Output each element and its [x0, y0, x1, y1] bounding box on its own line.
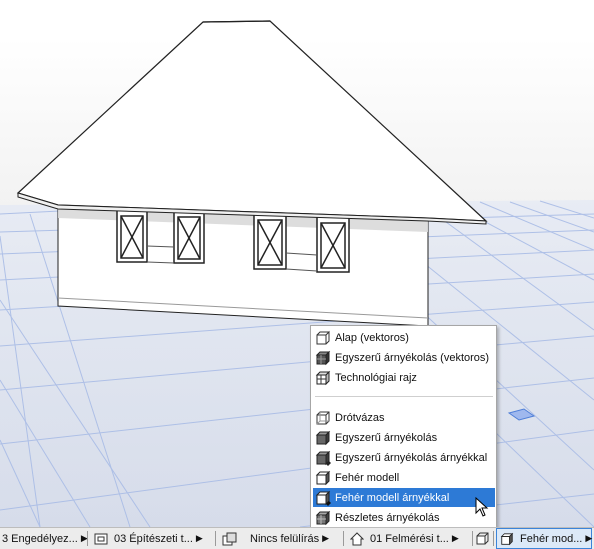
detailed-shading-icon — [315, 510, 331, 526]
white-model-shadows-icon — [500, 532, 514, 546]
status-layer-combination[interactable]: 3 Engedélyez... ▶ — [2, 528, 88, 549]
technical-drawing-icon — [315, 370, 331, 386]
menu-item-label: Fehér modell — [335, 471, 400, 484]
menu-item-label: Technológiai rajz — [335, 371, 417, 384]
menu-item-label: Egyszerű árnyékolás árnyékkal — [335, 451, 488, 464]
white-model-icon — [315, 470, 331, 486]
status-divider — [472, 531, 473, 546]
menu-item-label: Alap (vektoros) — [335, 331, 409, 344]
graphic-override-icon — [222, 532, 238, 546]
menu-item-label: Drótvázas — [335, 411, 385, 424]
basic-vector-icon — [315, 330, 331, 346]
status-3d-style[interactable] — [476, 528, 492, 549]
mouse-cursor-icon — [475, 497, 489, 517]
status-pen-set[interactable]: 03 Építészeti t... ▶ — [94, 528, 214, 549]
wireframe-icon — [315, 410, 331, 426]
pen-set-icon — [94, 533, 108, 545]
simple-shading-vector-icon — [315, 350, 331, 366]
status-item-label: 03 Építészeti t... — [114, 532, 193, 545]
status-item-label: 01 Felmérési t... — [370, 532, 449, 545]
menu-item-label: Egyszerű árnyékolás — [335, 431, 438, 444]
simple-shading-icon — [315, 430, 331, 446]
3d-cube-icon — [476, 532, 489, 545]
menu-item-simple-shading-shadows[interactable]: Egyszerű árnyékolás árnyékkal — [313, 448, 495, 467]
house-3d-model — [0, 0, 594, 527]
display-mode-menu: Alap (vektoros) Egyszerű árnyékolás (vek… — [310, 325, 497, 529]
status-divider — [215, 531, 216, 546]
menu-item-label: Fehér modell árnyékkal — [335, 491, 450, 504]
status-graphic-override[interactable]: Nincs felülírás ▶ — [222, 528, 342, 549]
menu-item-white-model[interactable]: Fehér modell — [313, 468, 495, 487]
3d-viewport[interactable] — [0, 0, 594, 527]
status-item-label: Nincs felülírás — [250, 532, 320, 545]
status-bar: 3 Engedélyez... ▶ 03 Építészeti t... ▶ N… — [0, 527, 594, 549]
menu-item-detailed-shading[interactable]: Részletes árnyékolás — [313, 508, 495, 527]
menu-separator — [315, 396, 493, 397]
dropdown-arrow-icon: ▶ — [195, 533, 203, 543]
dropdown-arrow-icon: ▶ — [322, 533, 329, 543]
status-divider — [87, 531, 88, 546]
status-divider — [493, 531, 494, 546]
status-rendering-mode[interactable]: Fehér mod... ▶ — [496, 528, 592, 549]
menu-item-white-model-shadows[interactable]: Fehér modell árnyékkal — [313, 488, 495, 507]
menu-item-label: Részletes árnyékolás — [335, 511, 440, 524]
menu-item-technical-drawing[interactable]: Technológiai rajz — [313, 368, 495, 387]
menu-item-label: Egyszerű árnyékolás (vektoros) — [335, 351, 490, 364]
dropdown-arrow-icon: ▶ — [585, 533, 593, 543]
menu-item-simple-shading-vector[interactable]: Egyszerű árnyékolás (vektoros) — [313, 348, 495, 367]
renovation-house-icon — [350, 531, 364, 546]
dropdown-arrow-icon: ▶ — [451, 533, 459, 543]
menu-item-basic-vector[interactable]: Alap (vektoros) — [313, 328, 495, 347]
status-item-label: 3 Engedélyez... — [2, 532, 78, 545]
status-divider — [343, 531, 344, 546]
menu-item-simple-shading[interactable]: Egyszerű árnyékolás — [313, 428, 495, 447]
status-renovation-filter[interactable]: 01 Felmérési t... ▶ — [350, 528, 475, 549]
simple-shading-shadows-icon — [315, 450, 331, 466]
menu-item-wireframe[interactable]: Drótvázas — [313, 408, 495, 427]
white-model-shadows-icon — [315, 490, 331, 506]
status-item-label: Fehér mod... — [520, 532, 583, 545]
